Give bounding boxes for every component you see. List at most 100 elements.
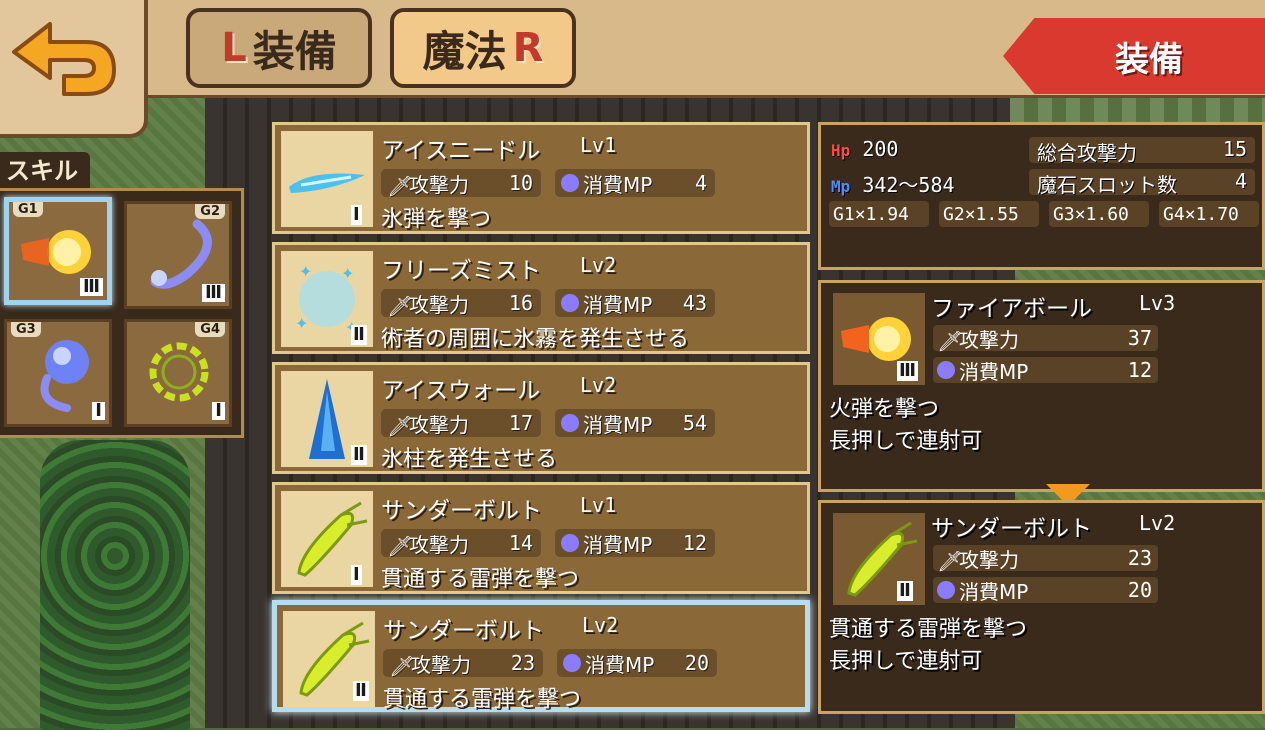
gear-mult: 1.60	[1085, 203, 1129, 225]
current-skill-level: Lv3	[1139, 291, 1176, 315]
attack-stat: 🗡 攻撃力 16	[381, 289, 541, 318]
mp-cost-label: 消費MP	[583, 292, 653, 317]
attack-value: 23	[510, 651, 535, 675]
mp-cost-value: 20	[684, 651, 709, 675]
skill-slot-g1[interactable]: G1 Ⅲ	[4, 197, 112, 305]
current-skill-desc-2: 長押しで連射可	[829, 429, 983, 454]
current-attack-value: 37	[1127, 326, 1152, 350]
mp-cost-label: 消費MP	[583, 412, 653, 437]
attack-stat: 🗡 攻撃力 10	[381, 169, 541, 198]
mana-orb-icon	[561, 414, 579, 432]
mana-orb-icon	[563, 654, 581, 672]
attack-stat: 🗡 攻撃力 23	[383, 649, 543, 678]
mana-orb-icon	[561, 534, 579, 552]
gear-multiplier-g4: G4 × 1.70	[1159, 201, 1259, 227]
mp-cost-label: 消費MP	[585, 652, 655, 677]
spell-level: Lv2	[580, 253, 617, 277]
mana-orb-icon	[937, 361, 955, 379]
slot-count-value: 4	[1234, 169, 1247, 193]
current-skill-card: Ⅲ ファイアボール Lv3 🗡 攻撃力 37 消費MP 12 火弾を撃つ 長押し…	[818, 280, 1265, 492]
tab-equip-label: 装備	[252, 26, 337, 76]
total-attack-stat: 総合攻撃力 15	[1029, 137, 1255, 165]
tab-magic-key: R	[512, 25, 544, 71]
spell-row[interactable]: Ⅰ アイスニードル Lv1 🗡 攻撃力 10 消費MP 4 氷弾を撃つ	[272, 122, 810, 234]
current-mp-label: 消費MP	[959, 359, 1029, 384]
gear-key: G2	[943, 203, 965, 225]
hp-label: Hp	[831, 141, 851, 160]
mp-label: Mp	[831, 177, 851, 196]
candidate-attack-label: 攻撃力	[959, 547, 1019, 572]
attack-value: 16	[508, 291, 533, 315]
attack-value: 17	[508, 411, 533, 435]
gear-key: G4	[1163, 203, 1185, 225]
current-attack-label: 攻撃力	[959, 327, 1019, 352]
spell-name: アイスニードル	[381, 138, 541, 164]
current-skill-desc-1: 火弾を撃つ	[829, 397, 940, 422]
spell-rank: Ⅰ	[351, 204, 362, 225]
attack-stat: 🗡 攻撃力 17	[381, 409, 541, 438]
candidate-mp-stat: 消費MP 20	[933, 577, 1158, 604]
equip-ribbon: 装備	[1003, 18, 1265, 94]
spell-name: サンダーボルト	[381, 498, 542, 524]
gear-mult: 1.94	[865, 203, 909, 225]
sword-icon: 🗡	[387, 294, 413, 318]
candidate-skill-level: Lv2	[1139, 511, 1176, 535]
gear-multiplier-g2: G2 × 1.55	[939, 201, 1039, 227]
svg-text:✦: ✦	[299, 262, 312, 281]
tab-equip[interactable]: L 装備	[186, 8, 372, 88]
total-attack-value: 15	[1222, 137, 1247, 161]
candidate-skill-card: Ⅱ サンダーボルト Lv2 🗡 攻撃力 23 消費MP 20 貫通する雷弾を撃つ…	[818, 500, 1265, 714]
spell-description: 氷柱を発生させる	[381, 447, 558, 472]
sword-icon: 🗡	[387, 414, 413, 438]
gear-mult: 1.70	[1195, 203, 1239, 225]
spell-rank: Ⅱ	[351, 444, 367, 465]
candidate-skill-desc-1: 貫通する雷弾を撃つ	[829, 617, 1028, 642]
current-skill-rank: Ⅲ	[897, 360, 919, 381]
mp-cost-value: 4	[694, 171, 707, 195]
sword-icon: 🗡	[389, 654, 415, 678]
spell-name: フリーズミスト	[381, 258, 541, 284]
skill-slot-g3[interactable]: G3 Ⅰ	[4, 319, 112, 427]
spell-row[interactable]: Ⅰ サンダーボルト Lv1 🗡 攻撃力 14 消費MP 12 貫通する雷弾を撃つ	[272, 482, 810, 594]
back-button[interactable]	[0, 0, 148, 138]
spell-level: Lv2	[582, 613, 619, 637]
mp-cost-label: 消費MP	[583, 172, 653, 197]
spell-row-selected[interactable]: Ⅱ サンダーボルト Lv2 🗡 攻撃力 23 消費MP 20 貫通する雷弾を撃つ	[272, 600, 810, 712]
attack-value: 10	[508, 171, 533, 195]
mana-orb-icon	[561, 174, 579, 192]
attack-value: 14	[508, 531, 533, 555]
spell-level: Lv1	[580, 493, 617, 517]
mp-cost-value: 43	[682, 291, 707, 315]
slot-count-label: 魔石スロット数	[1037, 173, 1177, 197]
top-bar: L 装備 魔法 R 装備	[0, 0, 1265, 98]
attack-label: 攻撃力	[411, 652, 471, 677]
gear-key: G1	[833, 203, 855, 225]
sword-icon: 🗡	[387, 174, 413, 198]
mana-orb-icon	[561, 294, 579, 312]
candidate-skill-desc-2: 長押しで連射可	[829, 649, 983, 674]
skill-slot-g2[interactable]: G2 Ⅲ	[124, 201, 232, 309]
hp-stat: Hp 200	[831, 137, 898, 161]
mana-orb-icon	[937, 581, 955, 599]
spell-row[interactable]: Ⅱ アイスウォール Lv2 🗡 攻撃力 17 消費MP 54 氷柱を発生させる	[272, 362, 810, 474]
mp-cost-stat: 消費MP 20	[557, 649, 717, 677]
mp-cost-label: 消費MP	[583, 532, 653, 557]
mp-stat: Mp 342〜584	[831, 169, 955, 198]
slot-rank: Ⅰ	[212, 402, 225, 420]
background-trees	[40, 440, 190, 730]
attack-label: 攻撃力	[409, 412, 469, 437]
tab-magic[interactable]: 魔法 R	[390, 8, 576, 88]
gear-multiplier-g3: G3 × 1.60	[1049, 201, 1149, 227]
spell-row[interactable]: ✦✦ ✦✦ Ⅱ フリーズミスト Lv2 🗡攻撃力 16 消費MP 43 術者の周…	[272, 242, 810, 354]
mp-cost-stat: 消費MP 12	[555, 529, 715, 557]
spell-level: Lv1	[580, 133, 617, 157]
spell-level: Lv2	[580, 373, 617, 397]
attack-label: 攻撃力	[409, 172, 469, 197]
candidate-skill-name: サンダーボルト	[931, 516, 1092, 542]
mp-value: 342〜584	[862, 173, 955, 197]
skill-label: スキル	[0, 152, 90, 190]
mp-cost-stat: 消費MP 4	[555, 169, 715, 197]
skill-slot-g4[interactable]: G4 Ⅰ	[124, 319, 232, 427]
spell-rank: Ⅱ	[351, 324, 367, 345]
attack-label: 攻撃力	[409, 292, 469, 317]
